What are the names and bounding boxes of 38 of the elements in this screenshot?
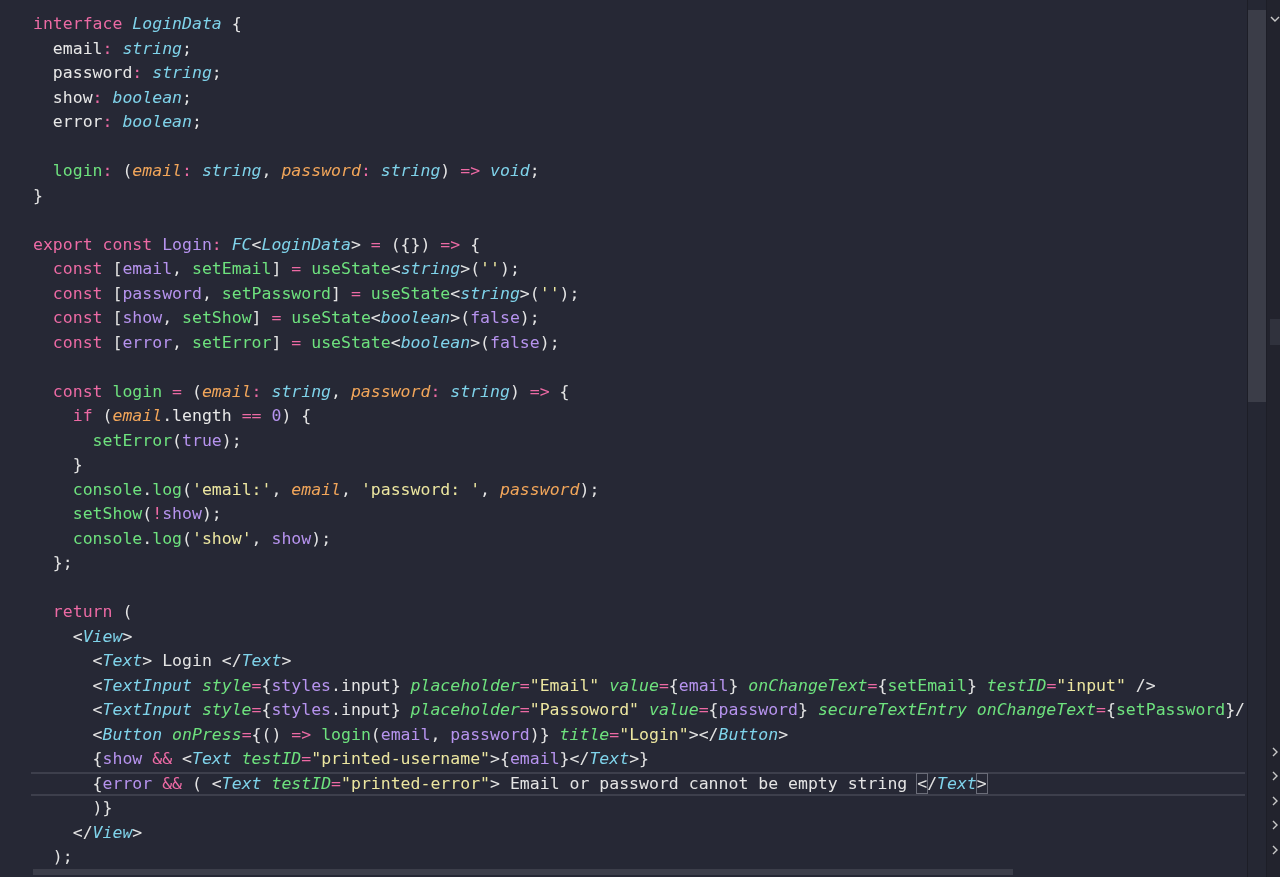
code-line: setError(true); <box>91 429 242 452</box>
code-line: error: boolean; <box>51 111 202 133</box>
code-line: show: boolean; <box>51 86 192 109</box>
code-line: email: string; <box>51 37 192 60</box>
code-line: login: (email: string, password: string) => void; <box>51 160 540 182</box>
code-line: console.log('show', show); <box>71 527 332 550</box>
chevron-right-icon[interactable] <box>1270 771 1280 781</box>
code-line: export const Login: FC<LoginData> = ({}) => { <box>33 233 481 256</box>
code-line: ); <box>51 846 73 868</box>
code-line: const [password, setPassword] = useState<string>(''); <box>51 282 580 305</box>
code-line: {error && ( <Text testID="printed-error"> Email or password cannot be empty string </Text> <box>31 771 1245 796</box>
code-line: if (email.length == 0) { <box>71 405 312 427</box>
code-line: <TextInput style={styles.input} placeholder="Passoword" value={password} secureTextEntry onChangeText={setPassword}/ <box>91 699 1246 721</box>
code-line: const [email, setEmail] = useState<string>(''); <box>51 258 520 280</box>
chevron-right-icon[interactable] <box>1270 844 1280 855</box>
code-line: <Text> Login </Text> <box>91 650 292 672</box>
code-line: <Button onPress={() => login(email, password)} title="Login"></Button> <box>91 723 789 746</box>
code-line: {show && <Text testID="printed-username">{email}</Text>} <box>91 748 649 770</box>
chevron-right-icon[interactable] <box>1270 746 1280 757</box>
code-line: interface LoginData { <box>33 13 242 35</box>
code-line: console.log('email:', email, 'password: ', password); <box>71 478 600 501</box>
code-line: password: string; <box>51 62 222 84</box>
code-line: <TextInput style={styles.input} placeholder="Email" value={email} onChangeText={setEmail} testID="input" /> <box>91 674 1156 697</box>
code-line: }; <box>51 552 73 574</box>
code-line: const [show, setShow] = useState<boolean>(false); <box>51 307 540 329</box>
code-line: return ( <box>51 601 133 623</box>
code-line: const login = (email: string, password: string) => { <box>51 380 570 403</box>
code-line: } <box>71 454 83 476</box>
chevron-right-icon[interactable] <box>1270 820 1280 830</box>
code-line: const [error, setError] = useState<boolean>(false); <box>51 331 560 354</box>
scrollbar-thumb[interactable] <box>1248 10 1266 402</box>
code-line: } <box>33 184 43 207</box>
code-line: setShow(!show); <box>71 503 222 525</box>
chevron-down-icon[interactable] <box>1270 14 1280 24</box>
code-line: )} <box>91 797 113 819</box>
code-line: </View> <box>71 821 143 844</box>
chevron-right-icon[interactable] <box>1270 795 1280 806</box>
code-line: <View> <box>71 625 133 648</box>
